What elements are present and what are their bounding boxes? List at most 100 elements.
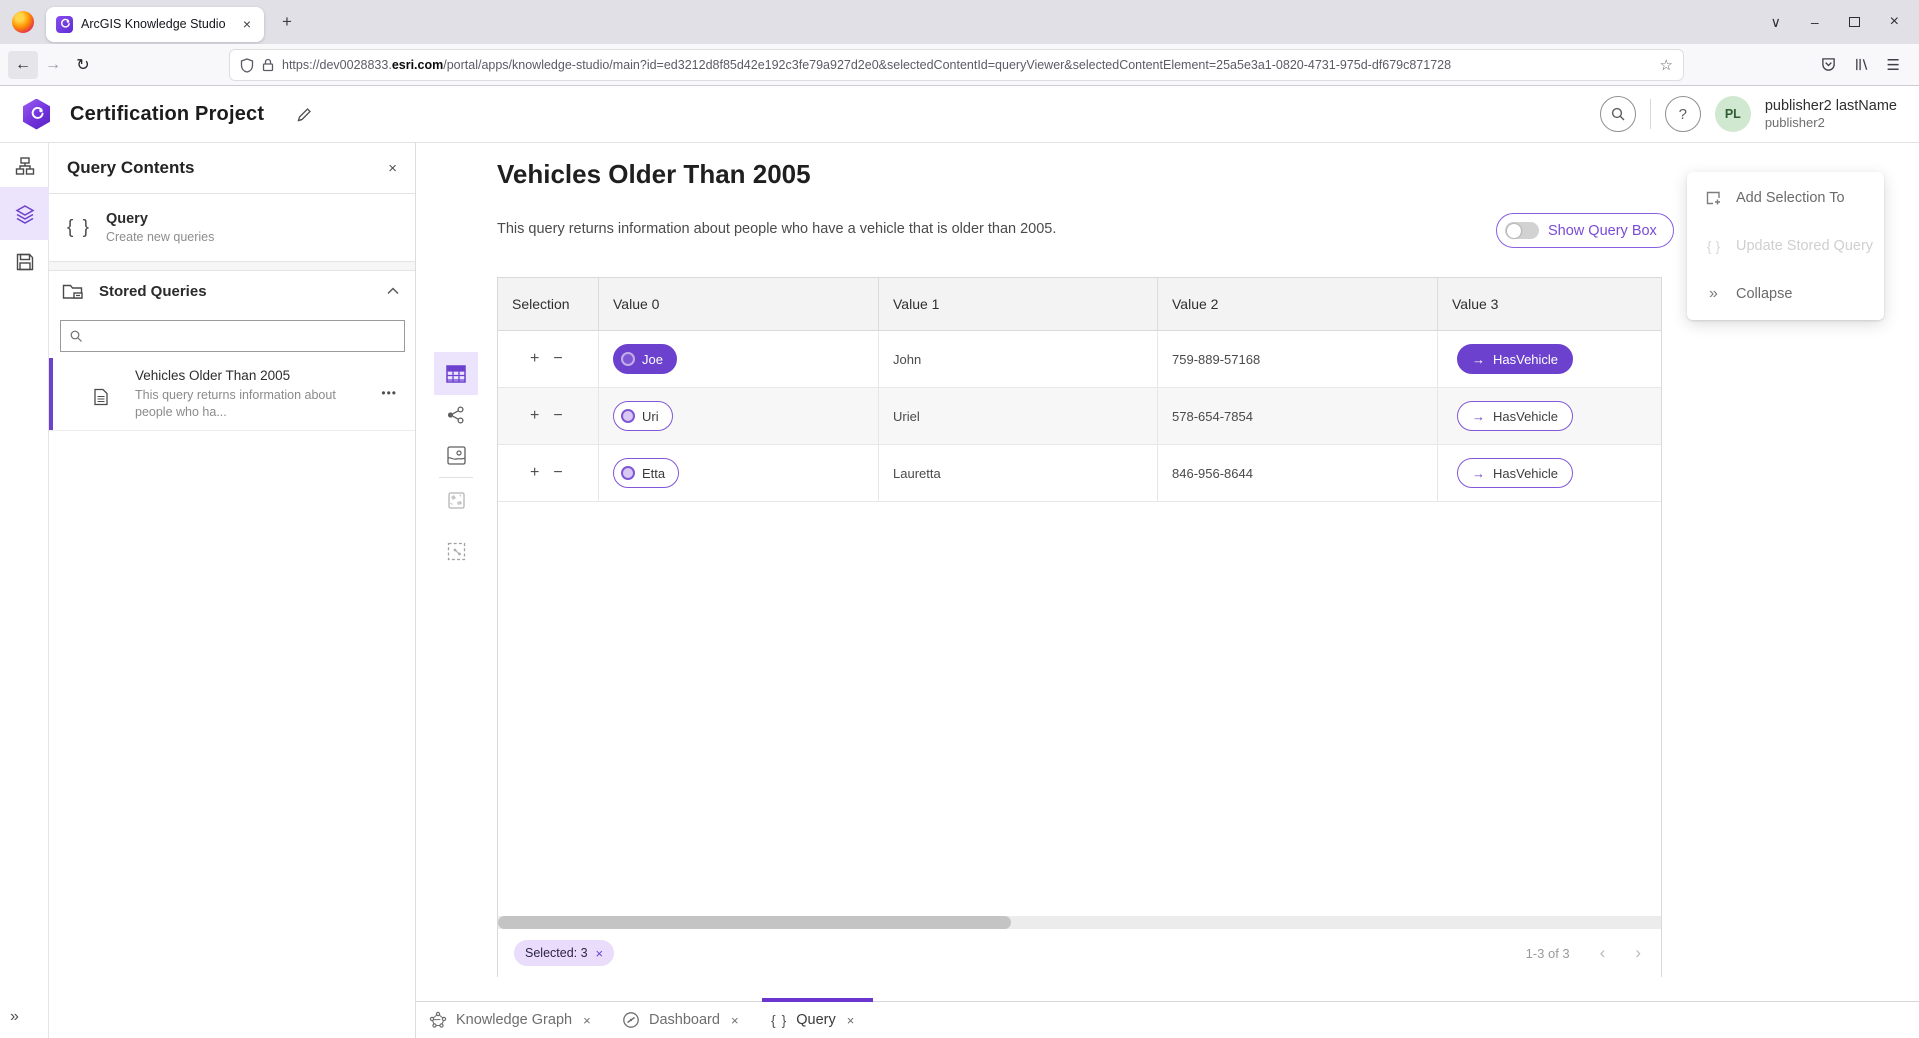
window-maximize-button[interactable] <box>1849 17 1860 27</box>
stored-query-item-selected[interactable]: Vehicles Older Than 2005 This query retu… <box>49 358 415 431</box>
new-map-view-button[interactable] <box>434 480 478 520</box>
relationship-arrow-icon: → <box>1472 466 1485 481</box>
tab-close-icon[interactable]: × <box>240 16 254 32</box>
relationship-label: HasVehicle <box>1493 409 1558 424</box>
relationship-pill[interactable]: → HasVehicle <box>1457 401 1573 431</box>
remove-from-selection-button[interactable]: − <box>553 408 562 424</box>
show-query-box-toggle[interactable]: Show Query Box <box>1496 213 1674 248</box>
pagination: 1-3 of 3 ‹ › <box>1526 943 1645 963</box>
expand-rail-icon[interactable]: » <box>10 1008 19 1026</box>
add-to-selection-button[interactable]: + <box>530 351 539 367</box>
tab-close-icon[interactable]: × <box>729 1011 741 1030</box>
panel-close-icon[interactable]: × <box>384 156 401 181</box>
contents-button-active[interactable] <box>0 187 49 240</box>
tab-dashboard[interactable]: Dashboard × <box>622 1002 741 1038</box>
table-row: + − Uri Uriel 578-654-7854 → HasVehicle <box>498 388 1661 445</box>
entity-pill[interactable]: Uri <box>613 401 673 431</box>
stored-queries-search[interactable] <box>60 320 405 352</box>
remove-from-selection-button[interactable]: − <box>553 465 562 481</box>
new-tab-button[interactable]: + <box>282 12 292 32</box>
list-tabs-icon[interactable]: ∨ <box>1771 15 1781 29</box>
graph-view-button[interactable] <box>434 395 478 435</box>
tab-query-active[interactable]: { } Query × <box>771 1002 856 1038</box>
entity-pill[interactable]: Joe <box>613 344 677 374</box>
column-header-value2: Value 2 <box>1158 278 1438 330</box>
entity-label: Etta <box>642 466 665 481</box>
table-footer: Selected: 3 × 1-3 of 3 ‹ › <box>498 929 1661 977</box>
firefox-logo-icon[interactable] <box>12 11 34 33</box>
braces-icon: { } <box>1704 238 1723 254</box>
clear-selection-icon[interactable]: × <box>596 946 604 961</box>
collapse-icon: » <box>1704 285 1723 303</box>
relationship-pill[interactable]: → HasVehicle <box>1457 344 1573 374</box>
edit-title-icon[interactable] <box>296 106 313 123</box>
menu-item-add-selection-to[interactable]: Add Selection To <box>1687 174 1884 222</box>
entity-label: Uri <box>642 409 659 424</box>
previous-page-icon[interactable]: ‹ <box>1596 943 1610 963</box>
lock-icon[interactable] <box>262 58 274 72</box>
menu-item-collapse[interactable]: » Collapse <box>1687 270 1884 318</box>
add-selection-icon <box>1704 190 1723 207</box>
url-bar[interactable]: https://dev0028833.esri.com/portal/apps/… <box>230 50 1683 80</box>
project-tree-button[interactable] <box>0 151 49 181</box>
relationship-arrow-icon: → <box>1472 352 1485 367</box>
user-menu[interactable]: publisher2 lastName publisher2 <box>1765 97 1897 131</box>
url-text[interactable]: https://dev0028833.esri.com/portal/apps/… <box>282 58 1652 72</box>
relationship-pill[interactable]: → HasVehicle <box>1457 458 1573 488</box>
search-button[interactable] <box>1600 96 1636 132</box>
menu-icon[interactable]: ☰ <box>1887 56 1900 74</box>
tab-knowledge-graph[interactable]: Knowledge Graph × <box>429 1002 593 1038</box>
selection-view-button[interactable] <box>434 531 478 571</box>
entity-pill[interactable]: Etta <box>613 458 679 488</box>
context-menu: Add Selection To { } Update Stored Query… <box>1687 172 1884 320</box>
save-button[interactable] <box>0 247 49 277</box>
query-viewer: Vehicles Older Than 2005 This query retu… <box>416 143 1919 1001</box>
tracking-shield-icon[interactable] <box>240 58 254 73</box>
browser-tab[interactable]: ArcGIS Knowledge Studio × <box>46 7 264 42</box>
entity-label: Joe <box>642 352 663 367</box>
query-item[interactable]: { } Query Create new queries <box>49 194 415 262</box>
collapse-section-icon[interactable] <box>387 287 399 295</box>
stored-query-title: Vehicles Older Than 2005 <box>135 368 290 383</box>
stored-queries-header[interactable]: Stored Queries <box>49 271 415 311</box>
help-button[interactable]: ? <box>1665 96 1701 132</box>
forward-button[interactable]: → <box>38 51 68 79</box>
pocket-icon[interactable] <box>1821 57 1836 72</box>
bookmark-star-icon[interactable]: ☆ <box>1660 56 1673 74</box>
url-prefix: https://dev0028833. <box>282 58 392 72</box>
library-icon[interactable] <box>1854 57 1869 72</box>
add-to-selection-button[interactable]: + <box>530 408 539 424</box>
page-description: This query returns information about peo… <box>497 221 1056 237</box>
table-view-button[interactable] <box>434 352 478 395</box>
stored-queries-search-input[interactable] <box>90 329 396 344</box>
window-controls: ∨ – × <box>1771 14 1919 30</box>
query-item-title: Query <box>106 210 214 229</box>
horizontal-scrollbar[interactable] <box>498 916 1661 929</box>
folder-icon <box>62 281 86 301</box>
add-to-selection-button[interactable]: + <box>530 465 539 481</box>
panel-title: Query Contents <box>67 158 195 178</box>
back-button[interactable]: ← <box>8 51 38 79</box>
menu-item-update-stored-query[interactable]: { } Update Stored Query <box>1687 222 1884 270</box>
next-page-icon[interactable]: › <box>1631 943 1645 963</box>
user-avatar[interactable]: PL <box>1715 96 1751 132</box>
window-minimize-button[interactable]: – <box>1811 15 1819 29</box>
url-path: /portal/apps/knowledge-studio/main?id=ed… <box>443 58 1451 72</box>
map-view-button[interactable] <box>434 435 478 475</box>
remove-from-selection-button[interactable]: − <box>553 351 562 367</box>
selected-count-chip[interactable]: Selected: 3 × <box>514 940 614 966</box>
tab-close-icon[interactable]: × <box>845 1011 857 1030</box>
stored-queries-title: Stored Queries <box>99 283 207 300</box>
cell-value2: 846-956-8644 <box>1158 445 1438 502</box>
cell-value1: Lauretta <box>879 445 1158 502</box>
tab-close-icon[interactable]: × <box>581 1011 593 1030</box>
scrollbar-thumb[interactable] <box>498 916 1011 929</box>
reload-button[interactable]: ↻ <box>68 51 98 79</box>
toggle-track[interactable] <box>1505 222 1539 239</box>
item-options-icon[interactable]: ••• <box>381 386 397 400</box>
selected-indicator-bar <box>49 358 53 430</box>
search-icon <box>69 329 83 343</box>
project-title: Certification Project <box>70 103 264 126</box>
column-header-value3: Value 3 <box>1438 278 1661 330</box>
window-close-button[interactable]: × <box>1890 14 1899 30</box>
